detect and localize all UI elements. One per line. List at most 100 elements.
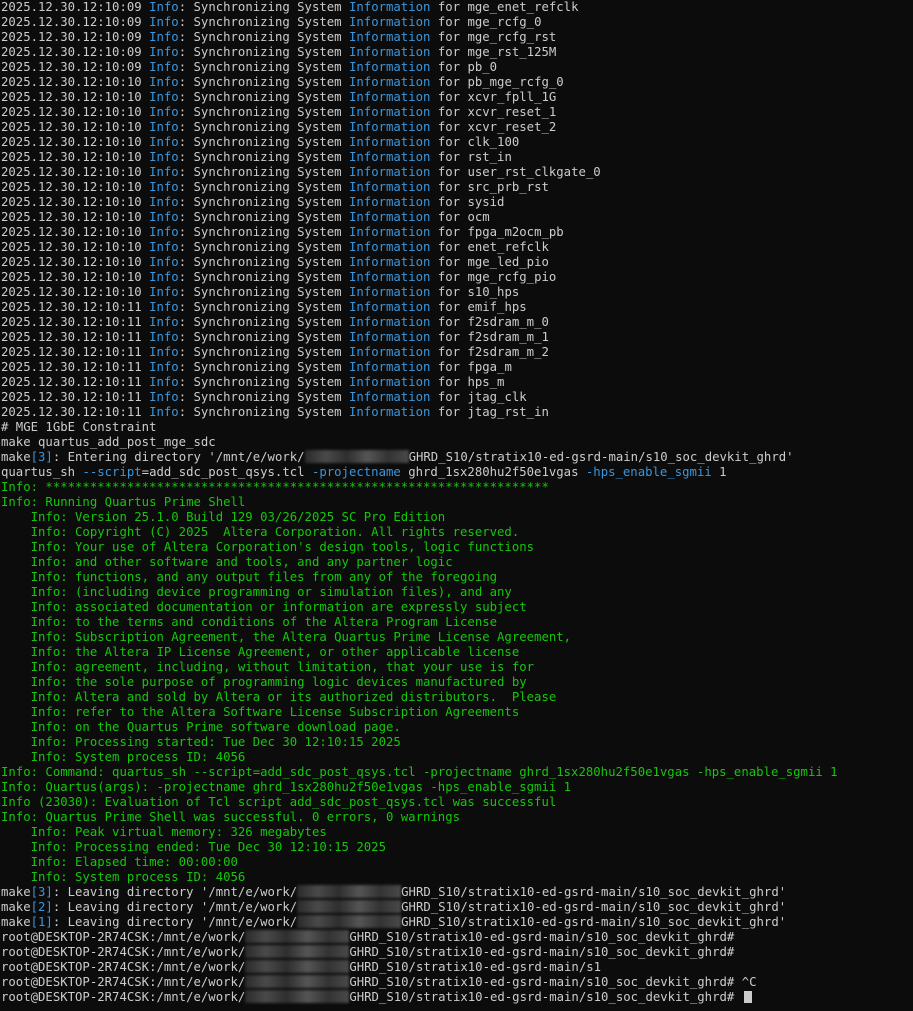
output-line: Info: and other software and tools, and … xyxy=(1,555,453,570)
log-text: : Synchronizing System xyxy=(178,120,349,134)
log-keyword: Information xyxy=(348,360,431,374)
log-target: for jtag_clk xyxy=(430,390,527,404)
output-text: Info: Your use of Altera Corporation's d… xyxy=(1,540,535,554)
log-timestamp: 2025.12.30.12:10:10 xyxy=(1,225,150,239)
log-target: for mge_led_pio xyxy=(430,255,549,269)
log-keyword: Information xyxy=(348,45,431,59)
log-keyword: Information xyxy=(348,225,431,239)
output-text: Info: System process ID: 4056 xyxy=(1,870,246,884)
sync-log-line: 2025.12.30.12:10:11 Info: Synchronizing … xyxy=(1,375,504,390)
output-line: Info: Processing ended: Tue Dec 30 12:10… xyxy=(1,840,386,855)
log-level: Info xyxy=(149,300,179,314)
log-keyword: Information xyxy=(348,0,431,14)
log-target: for src_prb_rst xyxy=(430,180,549,194)
log-text: : Synchronizing System xyxy=(178,315,349,329)
output-line: Info: (including device programming or s… xyxy=(1,585,512,600)
log-keyword: Information xyxy=(348,75,431,89)
output-text: -projectname xyxy=(311,465,401,479)
terminal-window[interactable]: 2025.12.30.12:10:09 Info: Synchronizing … xyxy=(0,0,913,1011)
log-timestamp: 2025.12.30.12:10:10 xyxy=(1,255,150,269)
output-line: root@DESKTOP-2R74CSK:/mnt/e/work/GHRD_S1… xyxy=(1,990,752,1005)
redacted-path-segment xyxy=(304,450,409,463)
log-keyword: Information xyxy=(348,135,431,149)
output-text: : Leaving directory '/mnt/e/work/ xyxy=(52,885,298,899)
sync-log-line: 2025.12.30.12:10:10 Info: Synchronizing … xyxy=(1,225,564,240)
output-text: Info: Processing started: Tue Dec 30 12:… xyxy=(1,735,401,749)
sync-log-line: 2025.12.30.12:10:09 Info: Synchronizing … xyxy=(1,45,556,60)
sync-log-line: 2025.12.30.12:10:11 Info: Synchronizing … xyxy=(1,315,549,330)
log-target: for f2sdram_m_0 xyxy=(430,315,549,329)
log-keyword: Information xyxy=(348,255,431,269)
log-text: : Synchronizing System xyxy=(178,45,349,59)
sync-log-line: 2025.12.30.12:10:10 Info: Synchronizing … xyxy=(1,180,549,195)
sync-log-line: 2025.12.30.12:10:10 Info: Synchronizing … xyxy=(1,240,549,255)
output-text: : Entering directory '/mnt/e/work/ xyxy=(52,450,305,464)
log-keyword: Information xyxy=(348,300,431,314)
output-line: make[3]: Entering directory '/mnt/e/work… xyxy=(1,450,794,465)
log-level: Info xyxy=(149,360,179,374)
output-text: Info: and other software and tools, and … xyxy=(1,555,453,569)
log-timestamp: 2025.12.30.12:10:09 xyxy=(1,30,150,44)
output-text: =add_sdc_post_qsys.tcl xyxy=(141,465,312,479)
log-target: for mge_rcfg_pio xyxy=(430,270,557,284)
log-level: Info xyxy=(149,45,179,59)
log-timestamp: 2025.12.30.12:10:10 xyxy=(1,240,150,254)
output-text: ghrd_1sx280hu2f50e1vgas xyxy=(400,465,586,479)
sync-log-line: 2025.12.30.12:10:10 Info: Synchronizing … xyxy=(1,255,549,270)
log-timestamp: 2025.12.30.12:10:10 xyxy=(1,105,150,119)
log-text: : Synchronizing System xyxy=(178,270,349,284)
log-target: for fpga_m xyxy=(430,360,512,374)
log-keyword: Information xyxy=(348,90,431,104)
output-line: Info: **********************************… xyxy=(1,480,549,495)
log-target: for f2sdram_m_1 xyxy=(430,330,549,344)
log-level: Info xyxy=(149,210,179,224)
log-text: : Synchronizing System xyxy=(178,180,349,194)
log-level: Info xyxy=(149,165,179,179)
output-line: Info: Your use of Altera Corporation's d… xyxy=(1,540,534,555)
sync-log-line: 2025.12.30.12:10:10 Info: Synchronizing … xyxy=(1,210,490,225)
redacted-path-segment xyxy=(245,960,350,973)
log-target: for clk_100 xyxy=(430,135,520,149)
output-text: root@DESKTOP-2R74CSK:/mnt/e/work/ xyxy=(1,990,246,1004)
log-timestamp: 2025.12.30.12:10:10 xyxy=(1,150,150,164)
sync-log-line: 2025.12.30.12:10:11 Info: Synchronizing … xyxy=(1,330,549,345)
log-text: : Synchronizing System xyxy=(178,225,349,239)
log-timestamp: 2025.12.30.12:10:11 xyxy=(1,360,150,374)
log-level: Info xyxy=(149,150,179,164)
output-text: GHRD_S10/stratix10-ed-gsrd-main/s10_soc_… xyxy=(401,900,787,914)
log-timestamp: 2025.12.30.12:10:10 xyxy=(1,165,150,179)
output-line: Info: agreement, including, without limi… xyxy=(1,660,534,675)
log-timestamp: 2025.12.30.12:10:11 xyxy=(1,300,150,314)
output-text: make xyxy=(1,915,31,929)
log-keyword: Information xyxy=(348,345,431,359)
sync-log-line: 2025.12.30.12:10:10 Info: Synchronizing … xyxy=(1,120,556,135)
log-target: for fpga_m2ocm_pb xyxy=(430,225,564,239)
log-text: : Synchronizing System xyxy=(178,150,349,164)
output-line: Info: Quartus(args): -projectname ghrd_1… xyxy=(1,780,571,795)
output-line: Info: refer to the Altera Software Licen… xyxy=(1,705,520,720)
log-timestamp: 2025.12.30.12:10:10 xyxy=(1,195,150,209)
output-text: [3] xyxy=(30,450,53,464)
output-text: make xyxy=(1,900,31,914)
log-text: : Synchronizing System xyxy=(178,30,349,44)
log-target: for enet_refclk xyxy=(430,240,549,254)
log-keyword: Information xyxy=(348,405,431,419)
output-text: make quartus_add_post_mge_sdc xyxy=(1,435,216,449)
redacted-path-segment xyxy=(245,930,350,943)
output-text: Info: Quartus(args): -projectname ghrd_1… xyxy=(1,780,572,794)
log-target: for mge_enet_refclk xyxy=(430,0,579,14)
output-text: GHRD_S10/stratix10-ed-gsrd-main/s10_soc_… xyxy=(401,915,787,929)
sync-log-line: 2025.12.30.12:10:10 Info: Synchronizing … xyxy=(1,135,519,150)
output-line: Info (23030): Evaluation of Tcl script a… xyxy=(1,795,556,810)
log-text: : Synchronizing System xyxy=(178,240,349,254)
output-text: GHRD_S10/stratix10-ed-gsrd-main/s10_soc_… xyxy=(349,975,757,989)
log-target: for mge_rcfg_rst xyxy=(430,30,557,44)
output-text: Info: agreement, including, without limi… xyxy=(1,660,535,674)
log-timestamp: 2025.12.30.12:10:11 xyxy=(1,405,150,419)
output-line: Info: System process ID: 4056 xyxy=(1,750,246,765)
text-cursor[interactable] xyxy=(743,991,752,1003)
output-text: Info: Version 25.1.0 Build 129 03/26/202… xyxy=(1,510,446,524)
output-line: Info: System process ID: 4056 xyxy=(1,870,246,885)
log-level: Info xyxy=(149,345,179,359)
output-text: Info: Peak virtual memory: 326 megabytes xyxy=(1,825,327,839)
